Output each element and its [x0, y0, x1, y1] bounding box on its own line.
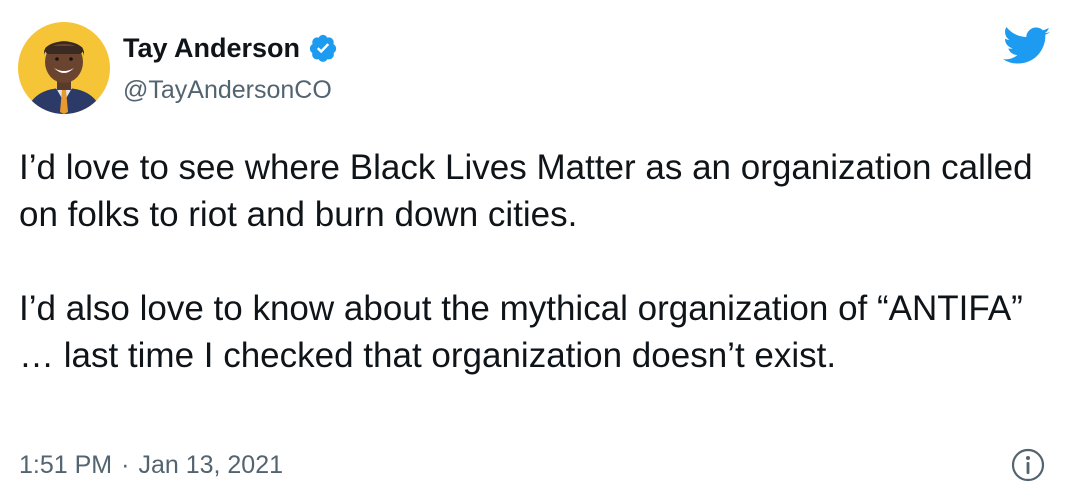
- name-row: Tay Anderson: [123, 30, 338, 66]
- tweet-paragraph: I’d love to see where Black Lives Matter…: [19, 148, 1033, 234]
- info-icon[interactable]: [1010, 447, 1046, 483]
- tweet-time: 1:51 PM: [19, 451, 113, 479]
- tweet-paragraph: I’d also love to know about the mythical…: [19, 289, 1023, 375]
- tweet-timestamp[interactable]: 1:51 PM · Jan 13, 2021: [19, 451, 283, 480]
- separator-dot: ·: [121, 451, 130, 479]
- avatar[interactable]: [18, 22, 110, 114]
- author-display-name[interactable]: Tay Anderson: [123, 33, 300, 64]
- avatar-image: [18, 22, 110, 114]
- verified-badge-icon: [308, 33, 338, 63]
- author-handle[interactable]: @TayAndersonCO: [123, 76, 332, 105]
- twitter-bird-icon[interactable]: [1003, 27, 1051, 67]
- tweet-date: Jan 13, 2021: [138, 451, 284, 479]
- tweet-card: Tay Anderson @TayAndersonCO I’d love to …: [0, 0, 1080, 502]
- tweet-text: I’d love to see where Black Lives Matter…: [19, 144, 1059, 379]
